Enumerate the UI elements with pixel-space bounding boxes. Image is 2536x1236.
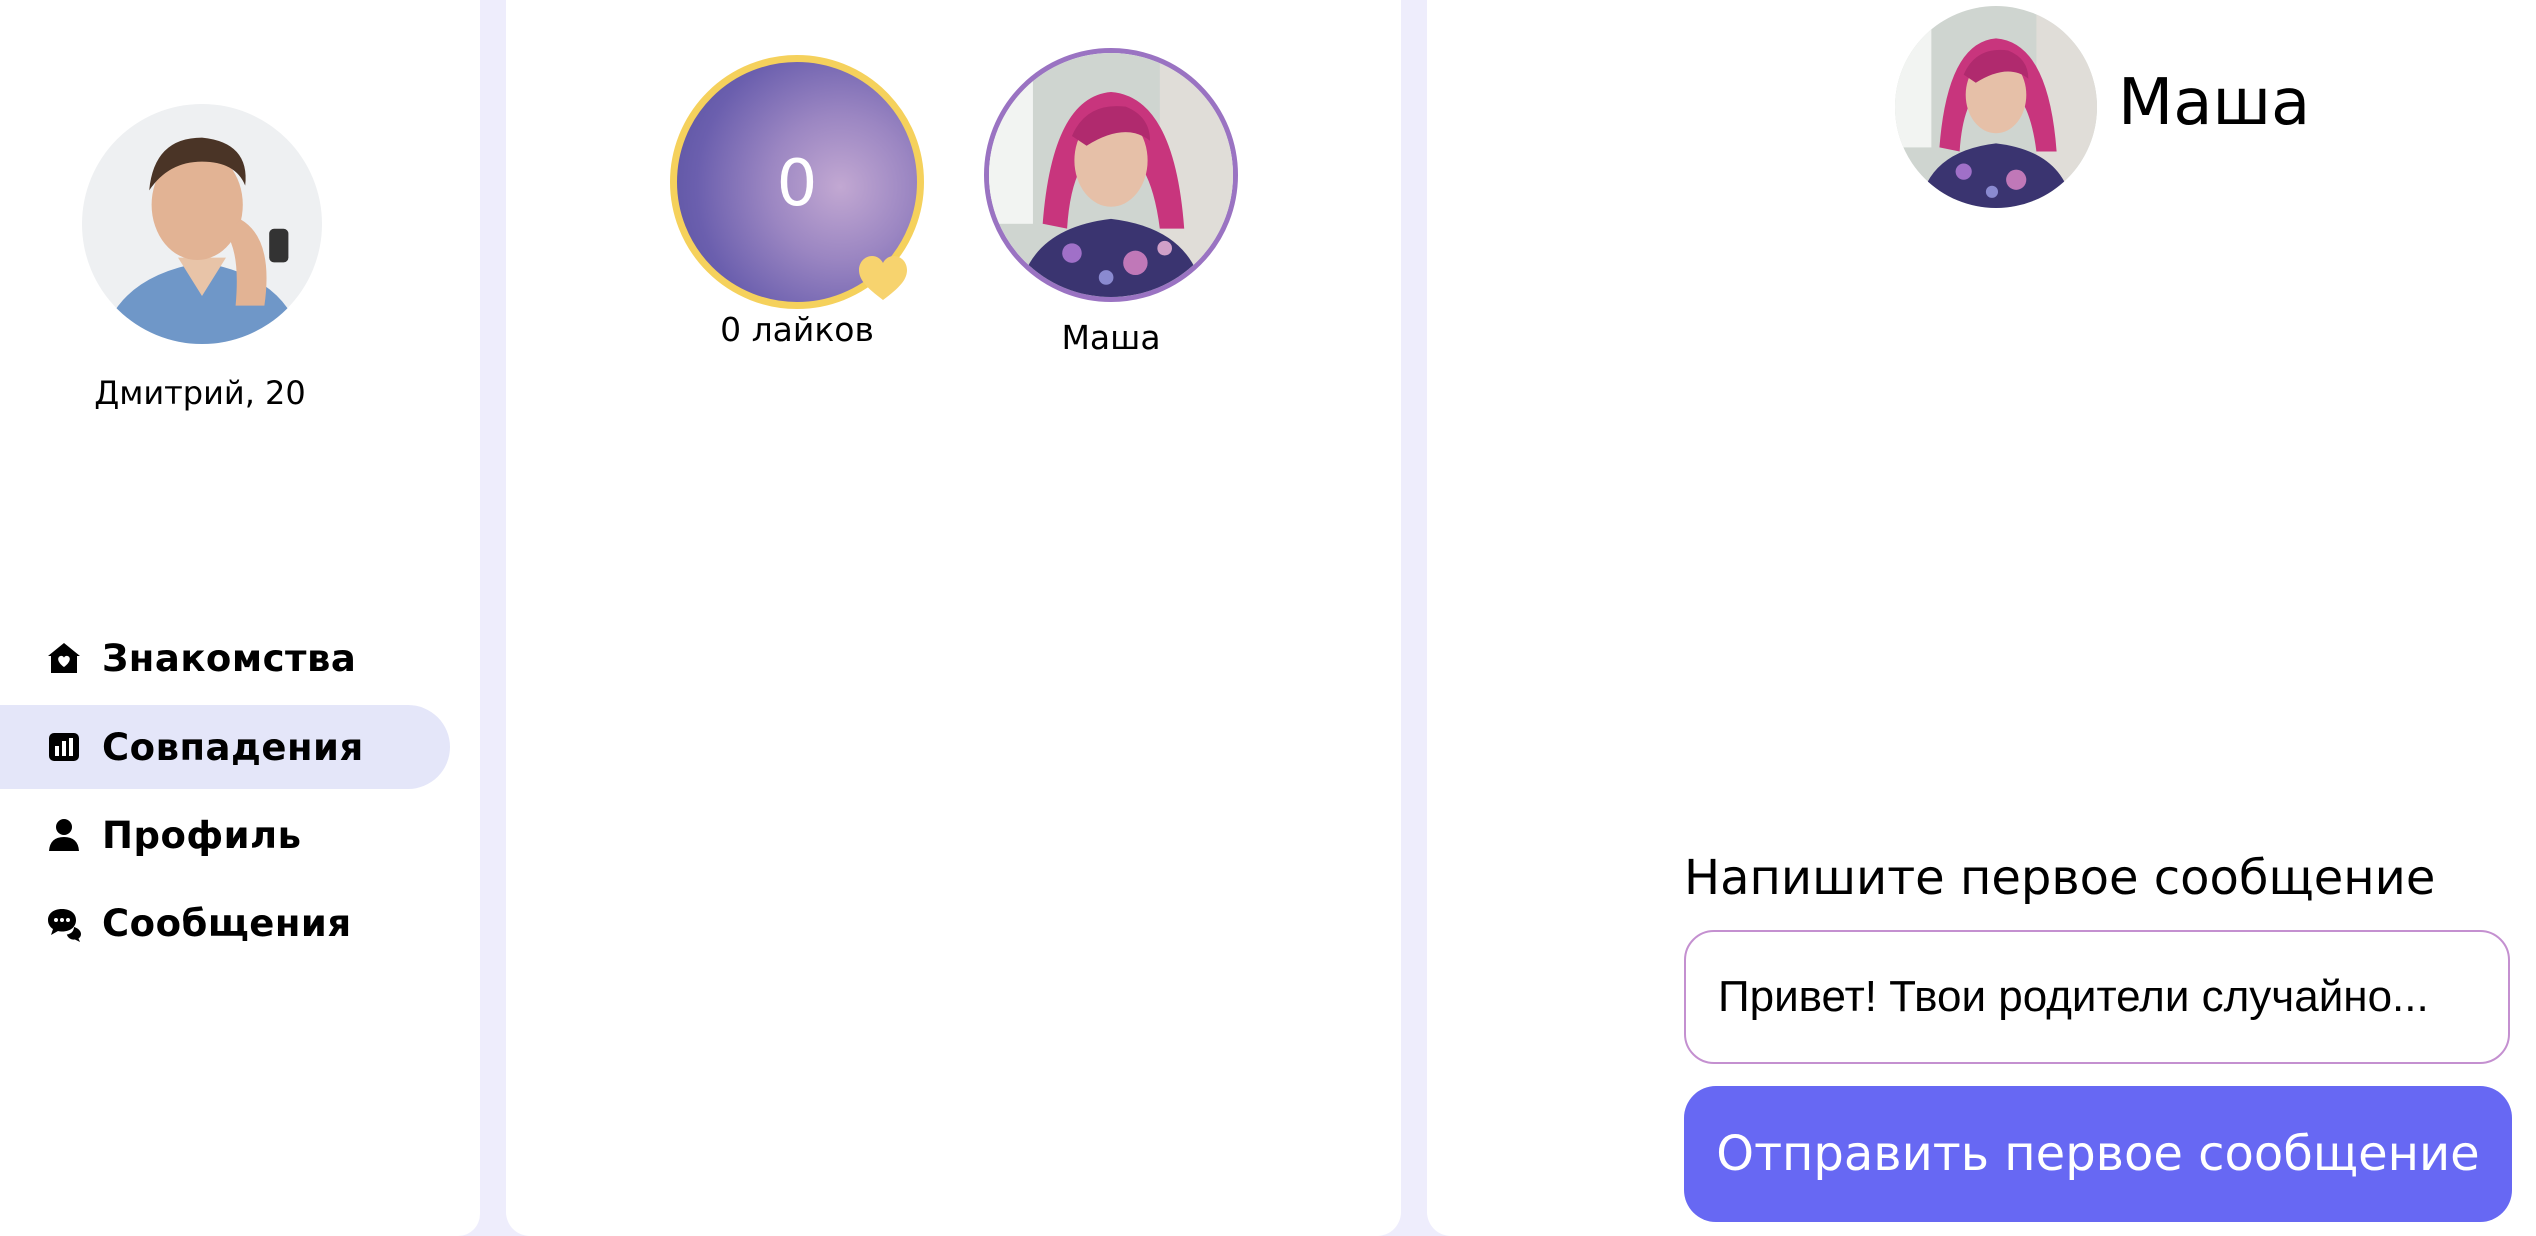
send-first-message-button[interactable]: Отправить первое сообщение <box>1684 1086 2512 1222</box>
nav-item-profile[interactable]: Профиль <box>0 793 450 877</box>
nav-item-matches[interactable]: Совпадения <box>0 705 450 789</box>
nav-item-messages[interactable]: Сообщения <box>0 881 450 965</box>
user-avatar[interactable] <box>82 104 322 344</box>
likes-counter[interactable]: 0 <box>670 55 924 309</box>
user-name: Дмитрий, 20 <box>94 374 306 412</box>
nav-label: Совпадения <box>102 725 364 769</box>
person-icon <box>44 815 84 855</box>
chat-bubbles-icon <box>44 903 84 943</box>
likes-label: 0 лайков <box>720 310 874 349</box>
first-message-heading: Напишите первое сообщение <box>1684 850 2436 906</box>
matches-panel <box>506 0 1401 1236</box>
sidebar: Дмитрий, 20 Знакомства Совпадения Профил… <box>0 0 480 1236</box>
nav-label: Сообщения <box>102 901 352 945</box>
chat-partner-avatar[interactable] <box>1895 6 2097 208</box>
chat-partner-name: Маша <box>2118 66 2311 140</box>
match-name: Маша <box>1061 318 1161 357</box>
match-avatar[interactable] <box>984 48 1238 302</box>
nav-item-dating[interactable]: Знакомства <box>0 616 450 700</box>
nav-label: Профиль <box>102 813 302 857</box>
heart-icon <box>855 250 911 306</box>
bar-chart-icon <box>44 727 84 767</box>
home-heart-icon <box>44 638 84 678</box>
message-input[interactable] <box>1684 930 2510 1064</box>
nav-label: Знакомства <box>102 636 357 680</box>
likes-count: 0 <box>776 147 818 221</box>
